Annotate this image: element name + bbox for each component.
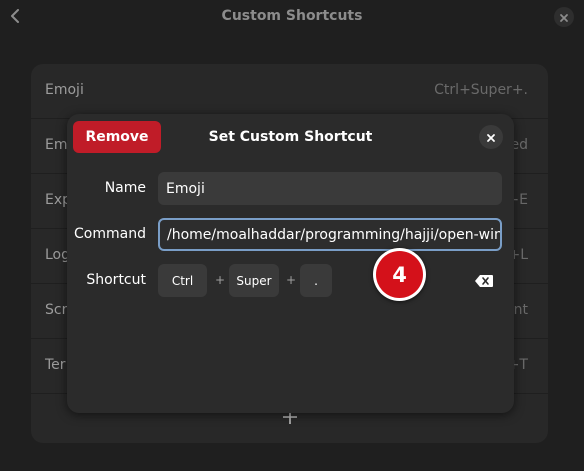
dialog-close-button[interactable]: [479, 125, 503, 149]
header-bar: Custom Shortcuts: [0, 0, 584, 34]
keycap-ctrl: Ctrl: [158, 264, 207, 297]
set-custom-shortcut-dialog: Remove Set Custom Shortcut Name Emoji Co…: [67, 114, 514, 413]
name-label: Name: [104, 180, 146, 196]
shortcut-accelerator: Ctrl+Super+.: [434, 82, 528, 98]
key-separator: +: [215, 273, 226, 287]
close-icon: [559, 8, 569, 27]
step-number: 4: [376, 251, 423, 298]
step-badge: 4: [373, 248, 426, 301]
shortcut-name: Em: [45, 137, 68, 153]
name-field-value: Emoji: [166, 180, 205, 197]
close-icon: [486, 128, 496, 147]
name-field[interactable]: Emoji: [158, 172, 502, 205]
settings-window: Custom Shortcuts Emoji Ctrl+Super+. Em e…: [0, 0, 584, 471]
keycap-super: Super: [229, 264, 279, 297]
window-title: Custom Shortcuts: [221, 8, 363, 24]
shortcut-label: Shortcut: [86, 272, 146, 288]
command-field-value: /home/moalhaddar/programming/hajji/open-…: [167, 226, 502, 243]
shortcut-name: Emoji: [45, 82, 84, 98]
command-field[interactable]: /home/moalhaddar/programming/hajji/open-…: [158, 218, 502, 251]
key-separator: +: [286, 273, 297, 287]
shortcut-accelerator: nt: [513, 302, 528, 318]
shortcut-name: Ter: [45, 357, 66, 373]
command-label: Command: [74, 226, 146, 242]
clear-shortcut-button[interactable]: [473, 272, 495, 290]
keycap-period: .: [300, 264, 332, 297]
list-item[interactable]: Emoji Ctrl+Super+.: [31, 64, 548, 119]
window-close-button[interactable]: [554, 7, 574, 27]
dialog-title: Set Custom Shortcut: [208, 129, 373, 145]
shortcut-name: Scr: [45, 302, 68, 318]
backspace-icon: [475, 272, 493, 291]
